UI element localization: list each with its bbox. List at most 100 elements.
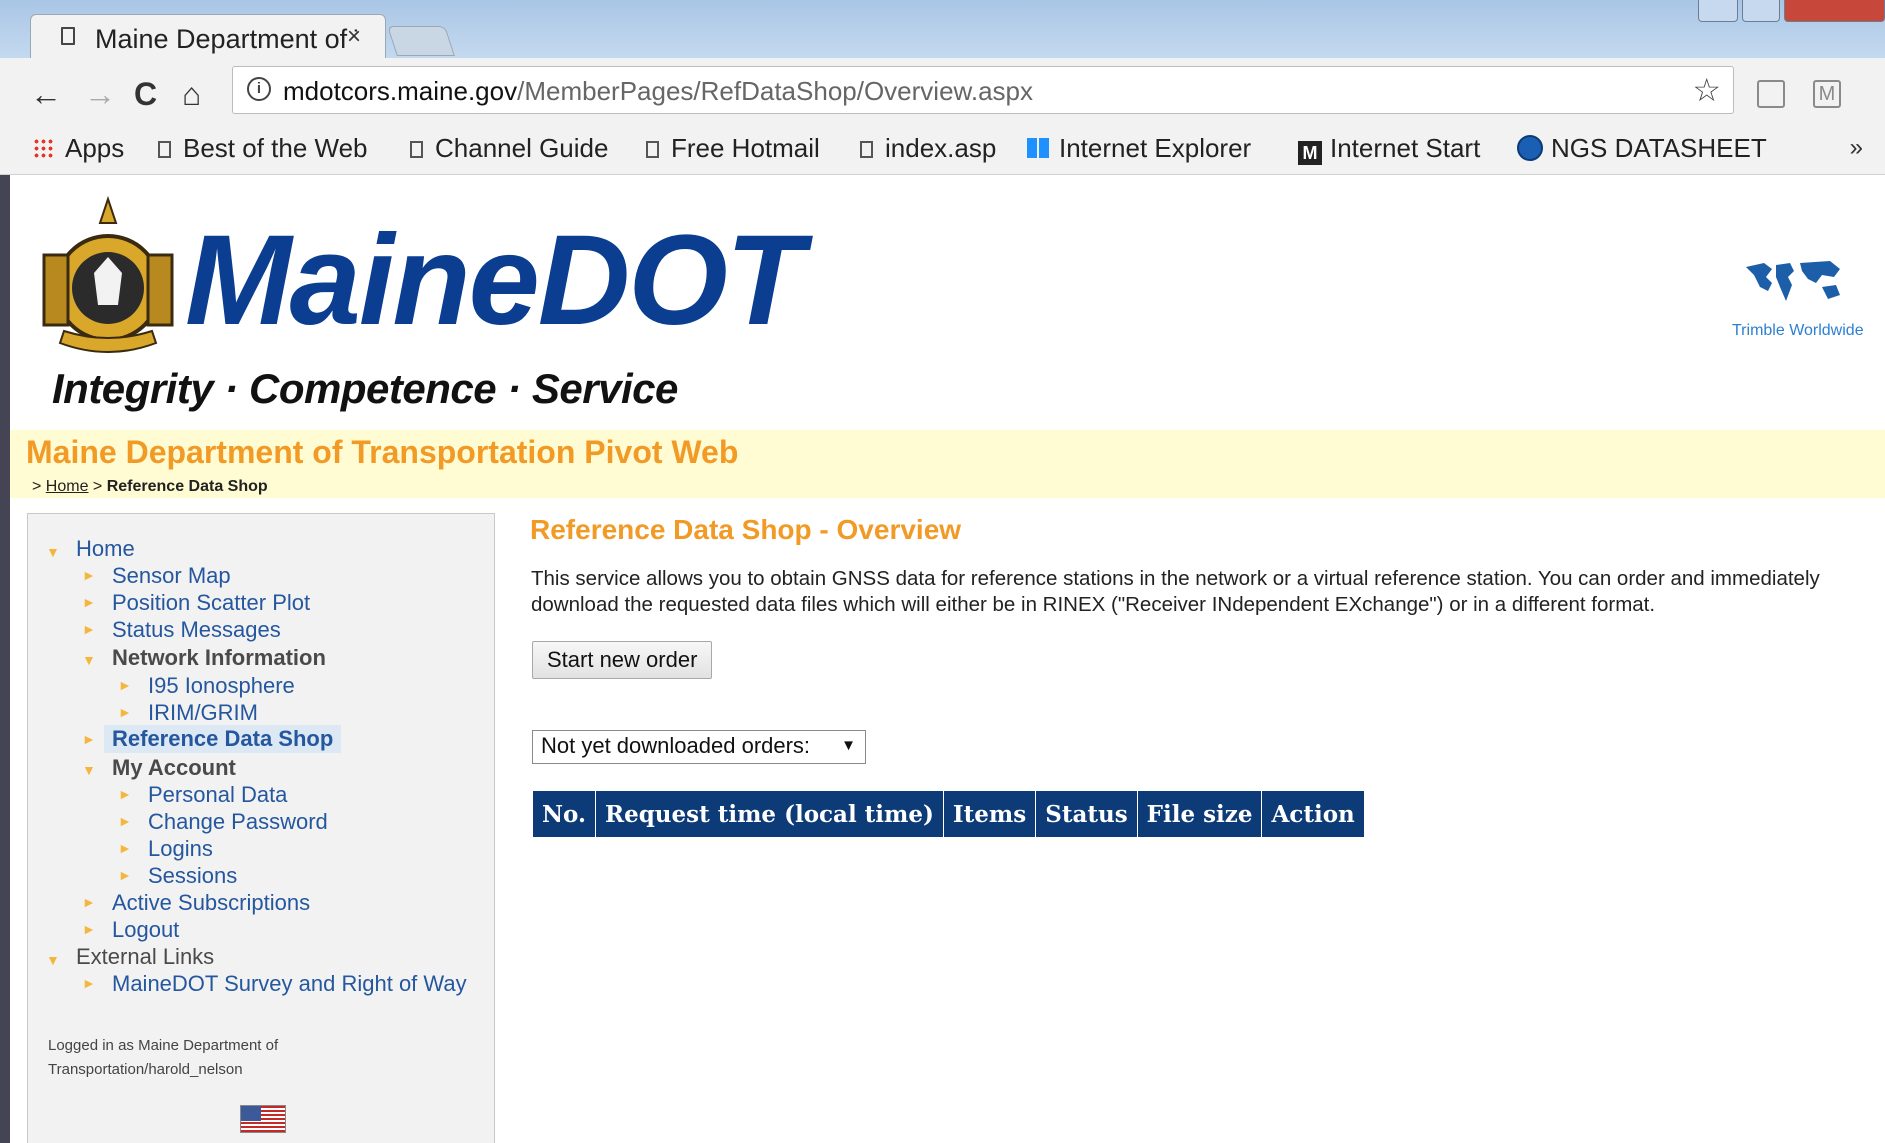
bookmark-channel-guide[interactable]: Channel Guide: [410, 133, 608, 164]
nav-item-reference-data-shop[interactable]: Reference Data Shop: [104, 725, 342, 753]
column-header-no[interactable]: No.: [532, 790, 596, 838]
logged-in-info: Logged in as Maine Department of Transpo…: [48, 1037, 279, 1078]
collapsed-triangle-icon: ►: [82, 594, 96, 610]
site-title-band: Maine Department of Transportation Pivot…: [10, 430, 1885, 498]
noaa-logo-icon: [1517, 135, 1543, 161]
msn-logo-icon: M: [1298, 141, 1322, 165]
nav-item-change-password[interactable]: Change Password: [148, 809, 328, 835]
page-icon: [61, 27, 75, 45]
home-button[interactable]: ⌂: [182, 78, 201, 110]
collapsed-triangle-icon: ►: [82, 921, 96, 937]
bookmarks-overflow-button[interactable]: »: [1850, 134, 1863, 162]
new-tab-button[interactable]: [387, 26, 455, 56]
page-left-edge: [0, 175, 10, 1143]
nav-item-external-links[interactable]: External Links: [76, 944, 214, 970]
nav-item-sessions[interactable]: Sessions: [148, 863, 237, 889]
nav-item-i95-ionosphere[interactable]: I95 Ionosphere: [148, 673, 295, 699]
window-minimize-button[interactable]: [1698, 0, 1738, 22]
mainedot-logo-text: MaineDOT: [185, 209, 804, 352]
site-title: Maine Department of Transportation Pivot…: [26, 434, 739, 470]
us-flag-icon[interactable]: [240, 1105, 286, 1133]
reload-button[interactable]: C: [134, 78, 157, 110]
bookmark-internet-explorer[interactable]: Internet Explorer: [1027, 133, 1267, 164]
bookmark-ngs-datasheet[interactable]: NGS DATASHEET: [1517, 133, 1767, 164]
url-path: /MemberPages/RefDataShop/Overview.aspx: [517, 76, 1034, 106]
extension-m-icon[interactable]: M: [1813, 80, 1841, 108]
bookmark-free-hotmail[interactable]: Free Hotmail: [646, 133, 820, 164]
order-filter-select[interactable]: Not yet downloaded orders: ▼: [532, 730, 866, 764]
collapsed-triangle-icon: ►: [118, 677, 132, 693]
bookmark-best-of-the-web[interactable]: Best of the Web: [158, 133, 368, 164]
nav-item-logins[interactable]: Logins: [148, 836, 213, 862]
nav-item-status-messages[interactable]: Status Messages: [112, 617, 281, 643]
expanded-triangle-icon: ▼: [82, 762, 96, 778]
site-info-icon[interactable]: i: [247, 77, 271, 101]
back-button[interactable]: ←: [30, 78, 62, 110]
nav-item-network-information[interactable]: Network Information: [112, 645, 326, 671]
collapsed-triangle-icon: ►: [118, 867, 132, 883]
bookmark-label: Best of the Web: [183, 133, 368, 163]
apps-grid-icon: [33, 138, 53, 158]
nav-item-position-scatter-plot[interactable]: Position Scatter Plot: [112, 590, 310, 616]
nav-item-sensor-map[interactable]: Sensor Map: [112, 563, 231, 589]
address-bar[interactable]: i mdotcors.maine.gov/MemberPages/RefData…: [232, 66, 1734, 114]
page-content: MaineDOT Integrity · Competence · Servic…: [0, 175, 1885, 1143]
nav-item-active-subscriptions[interactable]: Active Subscriptions: [112, 890, 310, 916]
browser-chrome: Maine Department of Transportation × ← →…: [0, 0, 1885, 175]
nav-item-logout[interactable]: Logout: [112, 917, 179, 943]
collapsed-triangle-icon: ►: [82, 731, 96, 747]
page-icon: [158, 141, 171, 158]
table-header-row: No. Request time (local time) Items Stat…: [532, 790, 1365, 838]
column-header-status[interactable]: Status: [1035, 790, 1138, 838]
collapsed-triangle-icon: ►: [118, 704, 132, 720]
order-filter-value: Not yet downloaded orders:: [541, 733, 811, 758]
breadcrumb-separator: >: [88, 478, 107, 495]
trimble-worldwide-link[interactable]: Trimble Worldwide: [1732, 322, 1864, 340]
collapsed-triangle-icon: ►: [82, 975, 96, 991]
dropdown-arrow-icon: ▼: [841, 737, 856, 754]
nav-item-personal-data[interactable]: Personal Data: [148, 782, 287, 808]
nav-item-irim-grim[interactable]: IRIM/GRIM: [148, 700, 258, 726]
expanded-triangle-icon: ▼: [46, 952, 60, 968]
browser-toolbar: ← → C ⌂ i mdotcors.maine.gov/MemberPages…: [0, 58, 1885, 136]
bookmark-apps[interactable]: Apps: [33, 133, 124, 164]
nav-item-my-account[interactable]: My Account: [112, 755, 236, 781]
bookmark-label: Apps: [65, 133, 125, 163]
bookmark-label: Free Hotmail: [671, 133, 820, 163]
breadcrumb-prefix: >: [32, 478, 46, 495]
browser-tab-active[interactable]: Maine Department of Transportation ×: [30, 14, 386, 58]
column-header-action[interactable]: Action: [1261, 790, 1365, 838]
breadcrumb: > Home > Reference Data Shop: [32, 478, 268, 496]
forward-button[interactable]: →: [84, 78, 116, 110]
tagline: Integrity · Competence · Service: [52, 365, 678, 412]
expanded-triangle-icon: ▼: [46, 544, 60, 560]
breadcrumb-home-link[interactable]: Home: [46, 478, 89, 495]
column-header-request-time[interactable]: Request time (local time): [594, 790, 944, 838]
bookmark-label: Internet Explorer: [1059, 133, 1252, 163]
maine-state-seal-icon: [42, 195, 174, 353]
collapsed-triangle-icon: ►: [82, 894, 96, 910]
bookmarks-bar: Apps Best of the Web Channel Guide Free …: [0, 128, 1885, 175]
trimble-world-map-icon[interactable]: [1742, 257, 1846, 305]
column-header-items[interactable]: Items: [942, 790, 1037, 838]
nav-item-mainedot-survey[interactable]: MaineDOT Survey and Right of Way: [112, 971, 467, 997]
tab-strip: Maine Department of Transportation ×: [0, 0, 1885, 58]
window-close-button[interactable]: [1784, 0, 1885, 22]
column-header-file-size[interactable]: File size: [1136, 790, 1263, 838]
page-title: Reference Data Shop - Overview: [530, 514, 962, 545]
service-description: This service allows you to obtain GNSS d…: [531, 567, 1820, 616]
sidebar-nav: ▼ Home ► Sensor Map ► Position Scatter P…: [27, 513, 495, 1143]
bookmark-index-asp[interactable]: index.asp: [860, 133, 996, 164]
url-host: mdotcors.maine.gov: [283, 76, 518, 106]
collapsed-triangle-icon: ►: [118, 840, 132, 856]
bookmark-internet-start[interactable]: M Internet Start: [1298, 133, 1480, 165]
bookmark-label: Channel Guide: [435, 133, 609, 163]
breadcrumb-current: Reference Data Shop: [106, 478, 268, 495]
bookmark-star-icon[interactable]: ☆: [1692, 71, 1721, 109]
url-text[interactable]: mdotcors.maine.gov/MemberPages/RefDataSh…: [283, 76, 1033, 107]
tab-close-button[interactable]: ×: [347, 23, 361, 51]
extension-icon[interactable]: [1757, 80, 1785, 108]
nav-item-home[interactable]: Home: [76, 536, 135, 562]
start-new-order-button[interactable]: Start new order: [532, 641, 713, 679]
window-maximize-button[interactable]: [1742, 0, 1780, 22]
